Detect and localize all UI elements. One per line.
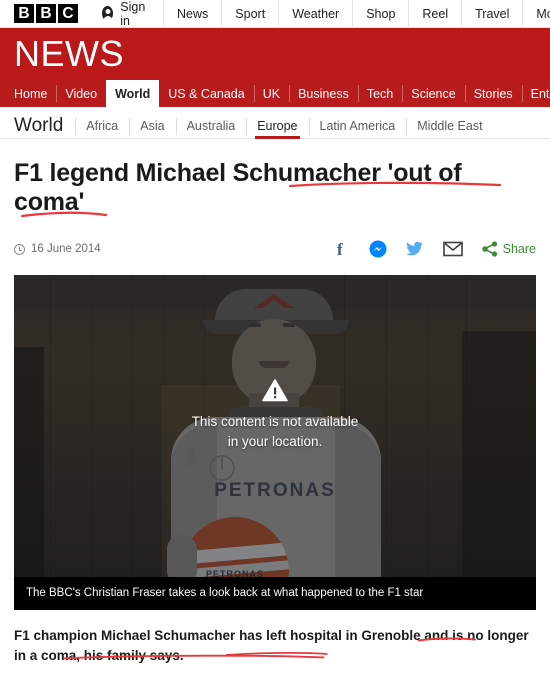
share-facebook-button[interactable]: f bbox=[332, 240, 350, 258]
world-subnav: World Africa Asia Australia Europe Latin… bbox=[0, 107, 550, 139]
nav-item-entertainment[interactable]: Entert bbox=[521, 80, 550, 107]
article-headline-text: F1 legend Michael Schumacher 'out of com… bbox=[14, 159, 462, 216]
share-messenger-button[interactable] bbox=[369, 240, 387, 258]
nav-item-business[interactable]: Business bbox=[289, 80, 358, 107]
share-email-button[interactable] bbox=[442, 241, 463, 257]
top-nav-item-news[interactable]: News bbox=[163, 0, 221, 27]
video-message-line-1: This content is not available bbox=[191, 414, 359, 429]
top-nav: News Sport Weather Shop Reel Travel Mo bbox=[163, 0, 550, 27]
top-nav-item-sport[interactable]: Sport bbox=[221, 0, 278, 27]
subnav-item-middle-east[interactable]: Middle East bbox=[406, 114, 493, 138]
subnav-item-latin-america[interactable]: Latin America bbox=[308, 114, 407, 138]
top-utility-bar: B B C Sign in News Sport Weather Shop Re… bbox=[0, 0, 550, 28]
top-nav-item-reel[interactable]: Reel bbox=[408, 0, 461, 27]
messenger-icon bbox=[369, 240, 387, 258]
subnav-item-australia[interactable]: Australia bbox=[175, 114, 247, 138]
svg-text:f: f bbox=[337, 240, 343, 258]
nav-item-video[interactable]: Video bbox=[56, 80, 106, 107]
share-bar: f Share bbox=[332, 240, 536, 258]
video-unavailable-message: This content is not available in your lo… bbox=[14, 379, 536, 451]
account-avatar-icon bbox=[102, 6, 114, 21]
facebook-icon: f bbox=[337, 240, 343, 258]
nav-item-stories[interactable]: Stories bbox=[464, 80, 522, 107]
article-timestamp-text: 16 June 2014 bbox=[31, 243, 101, 255]
nav-item-uk[interactable]: UK bbox=[253, 80, 289, 107]
video-message-line-2: in your location. bbox=[227, 433, 323, 449]
top-nav-item-shop[interactable]: Shop bbox=[352, 0, 408, 27]
nav-item-world[interactable]: World bbox=[106, 80, 160, 107]
article-container: F1 legend Michael Schumacher 'out of com… bbox=[0, 139, 550, 261]
sign-in-button[interactable]: Sign in bbox=[88, 0, 163, 28]
top-nav-item-weather[interactable]: Weather bbox=[278, 0, 352, 27]
bbc-logo[interactable]: B B C bbox=[0, 0, 88, 27]
top-nav-item-travel[interactable]: Travel bbox=[461, 0, 522, 27]
article-byline-row: 16 June 2014 f Share bbox=[14, 237, 536, 261]
top-nav-item-more[interactable]: Mo bbox=[522, 0, 550, 27]
video-caption: The BBC's Christian Fraser takes a look … bbox=[14, 577, 536, 610]
email-icon bbox=[442, 241, 463, 257]
twitter-icon bbox=[405, 241, 423, 256]
video-player[interactable]: PETRONAS PETRONAS This content is not av… bbox=[14, 275, 536, 577]
subnav-section-title[interactable]: World bbox=[14, 114, 75, 138]
warning-triangle-icon bbox=[262, 379, 288, 402]
share-icon bbox=[481, 241, 497, 257]
share-button-label: Share bbox=[502, 242, 536, 256]
article-timestamp: 16 June 2014 bbox=[14, 243, 101, 255]
nav-item-home[interactable]: Home bbox=[0, 80, 56, 107]
share-button[interactable]: Share bbox=[481, 241, 536, 257]
article-intro-text: F1 champion Michael Schumacher has left … bbox=[14, 627, 529, 663]
subnav-item-europe[interactable]: Europe bbox=[246, 114, 308, 139]
bbc-logo-letter-b2: B bbox=[36, 4, 56, 23]
clock-icon bbox=[14, 243, 25, 255]
nav-item-science[interactable]: Science bbox=[402, 80, 464, 107]
news-brand-title[interactable]: NEWS bbox=[0, 36, 124, 72]
news-main-nav: Home Video World US & Canada UK Business… bbox=[0, 80, 550, 107]
article-headline: F1 legend Michael Schumacher 'out of com… bbox=[14, 139, 536, 218]
share-twitter-button[interactable] bbox=[405, 240, 424, 258]
bbc-logo-letter-b1: B bbox=[14, 4, 34, 23]
subnav-item-africa[interactable]: Africa bbox=[75, 114, 129, 138]
nav-item-tech[interactable]: Tech bbox=[357, 80, 402, 107]
subnav-item-asia[interactable]: Asia bbox=[129, 114, 175, 138]
nav-item-us-canada[interactable]: US & Canada bbox=[159, 80, 253, 107]
news-masthead: NEWS bbox=[0, 28, 550, 80]
bbc-logo-letter-c: C bbox=[58, 4, 78, 23]
article-intro-paragraph: F1 champion Michael Schumacher has left … bbox=[14, 626, 536, 665]
sign-in-label: Sign in bbox=[120, 0, 146, 28]
